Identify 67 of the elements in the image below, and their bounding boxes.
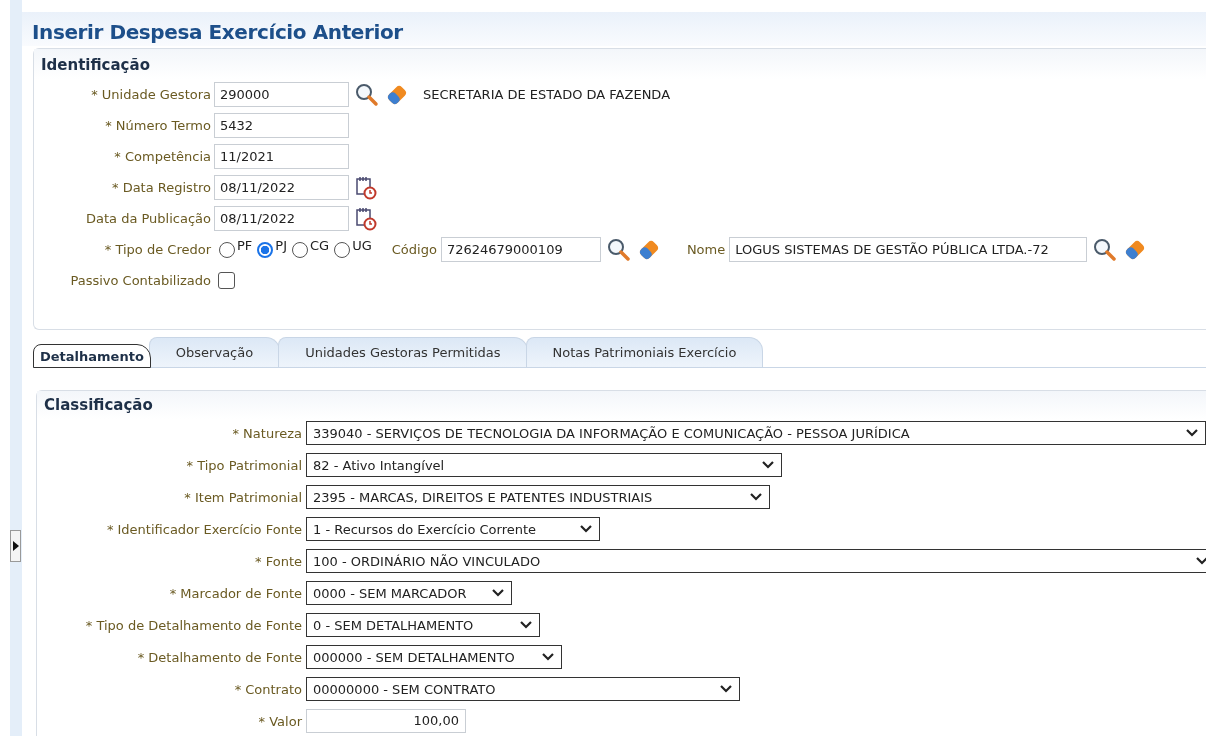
input-field[interactable]: 11/2021 — [214, 144, 349, 169]
chevron-down-icon — [1185, 428, 1199, 438]
radio-label: CG — [310, 238, 330, 253]
caret-icon — [12, 541, 19, 551]
field-label: * Natureza — [231, 425, 303, 441]
field-label: * Tipo de Detalhamento de Fonte — [84, 617, 303, 633]
chevron-down-icon — [719, 684, 733, 694]
field-label: * Identificador Exercício Fonte — [105, 521, 303, 537]
chevron-down-icon — [1195, 556, 1206, 566]
field-label: Passivo Contabilizado — [69, 273, 212, 288]
select-field[interactable]: 1 - Recursos do Exercício Corrente — [306, 517, 600, 541]
select-field[interactable]: 339040 - SERVIÇOS DE TECNOLOGIA DA INFORMAÇÃO E COMUNICAÇÃO - PESSOA JURÍDICA — [306, 421, 1206, 445]
select-field[interactable]: 2395 - MARCAS, DIREITOS E PATENTES INDUSTRIAIS — [306, 485, 770, 509]
field-label: * Tipo Patrimonial — [185, 457, 303, 473]
radio-button[interactable] — [292, 241, 308, 258]
sidebar-toggle[interactable] — [10, 530, 21, 562]
value-field[interactable]: 100,00 — [306, 709, 466, 733]
search-icon[interactable] — [355, 82, 379, 107]
radio-label: PJ — [275, 238, 287, 253]
field-label: Nome — [686, 242, 726, 257]
field-label: * Valor — [257, 713, 303, 729]
input-field[interactable]: 72624679000109 — [440, 237, 601, 262]
radio-button[interactable] — [334, 241, 351, 258]
radio-button[interactable] — [257, 241, 274, 258]
select-field[interactable]: 100 - ORDINÁRIO NÃO VINCULADO — [306, 549, 1206, 573]
field-label: * Fonte — [254, 553, 303, 569]
checkbox[interactable] — [218, 272, 235, 289]
field-label: * Data Registro — [111, 180, 212, 195]
input-field[interactable]: 5432 — [214, 113, 349, 138]
field-label: Data da Publicação — [84, 211, 212, 226]
select-field[interactable]: 00000000 - SEM CONTRATO — [306, 677, 740, 701]
tab[interactable]: Unidades Gestoras Permitidas — [278, 337, 528, 367]
chevron-down-icon — [541, 652, 555, 662]
unit-description: SECRETARIA DE ESTADO DA FAZENDA — [423, 87, 671, 102]
radio-label: UG — [352, 238, 372, 253]
chevron-down-icon — [749, 492, 763, 502]
select-field[interactable]: 82 - Ativo Intangível — [306, 453, 782, 477]
field-label: * Marcador de Fonte — [168, 585, 303, 601]
date-field[interactable]: 08/11/2022 — [214, 206, 349, 231]
field-label: * Unidade Gestora — [90, 87, 212, 102]
input-field[interactable]: LOGUS SISTEMAS DE GESTÃO PÚBLICA LTDA.-72 — [729, 237, 1088, 262]
field-label: Código — [391, 242, 437, 257]
tab[interactable]: Detalhamento — [33, 344, 151, 368]
date-field[interactable]: 08/11/2022 — [214, 175, 349, 200]
chevron-down-icon — [761, 460, 775, 470]
tab[interactable]: Observação — [148, 337, 281, 367]
tab[interactable]: Notas Patrimoniais Exercício — [525, 337, 764, 367]
field-label: * Contrato — [233, 681, 303, 697]
chevron-down-icon — [579, 524, 593, 534]
calendar-clock-icon[interactable] — [355, 206, 377, 231]
calendar-clock-icon[interactable] — [355, 175, 377, 200]
field-label: * Competência — [113, 149, 212, 164]
radio-label: PF — [237, 238, 253, 253]
page-title: Inserir Despesa Exercício Anterior — [32, 20, 404, 44]
select-field[interactable]: 0 - SEM DETALHAMENTO — [306, 613, 540, 637]
search-icon[interactable] — [606, 237, 631, 262]
chevron-down-icon — [491, 588, 505, 598]
radio-button[interactable] — [219, 241, 235, 258]
field-label: * Número Termo — [104, 118, 212, 133]
search-icon[interactable] — [1093, 237, 1118, 262]
field-label: * Item Patrimonial — [183, 489, 303, 505]
select-field[interactable]: 000000 - SEM DETALHAMENTO — [306, 645, 562, 669]
input-field[interactable]: 290000 — [214, 82, 349, 107]
field-label: * Tipo de Credor — [103, 242, 212, 257]
chevron-down-icon — [519, 620, 533, 630]
select-field[interactable]: 0000 - SEM MARCADOR — [306, 581, 512, 605]
field-label: * Detalhamento de Fonte — [136, 649, 303, 665]
